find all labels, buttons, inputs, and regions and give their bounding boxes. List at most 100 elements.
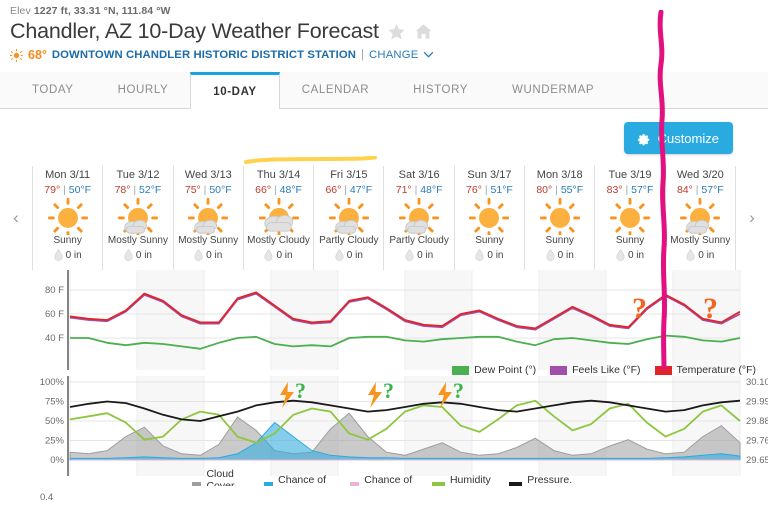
forecast-day-card[interactable]: Wed 3/20 84° | 57°F Mostly Sunny 0 in <box>666 166 736 270</box>
raindrop-icon <box>335 249 344 261</box>
elevation-prefix: Elev <box>10 5 31 17</box>
forecast-day-card[interactable]: Fri 3/15 66° | 47°F Partly Cloudy 0 in <box>314 166 385 270</box>
forecast-low: 50°F <box>209 184 232 196</box>
forecast-condition: Sunny <box>545 235 574 246</box>
y2-axis-tick-label: 29.65 <box>746 455 768 466</box>
customize-button[interactable]: Customize <box>623 122 733 154</box>
home-icon[interactable] <box>414 22 433 41</box>
forecast-day-card[interactable]: Mon 3/18 80° | 55°F Sunny 0 in <box>525 166 596 270</box>
forecast-day-name: Fri 3/15 <box>330 169 368 181</box>
legend-label: Temperature (°F) <box>676 364 756 376</box>
forecast-high: 84° <box>676 184 693 196</box>
tab-today[interactable]: TODAY <box>10 72 96 108</box>
tab-history[interactable]: HISTORY <box>391 72 490 108</box>
y-axis-tick-label: 60 F <box>45 309 64 320</box>
forecast-day-name: Wed 3/20 <box>676 169 724 181</box>
prev-days-button[interactable]: ‹ <box>0 166 32 270</box>
legend-item[interactable]: Dew Point (°) <box>452 364 536 376</box>
forecast-condition: Mostly Sunny <box>107 235 168 246</box>
raindrop-icon <box>124 249 133 261</box>
weather-icon-mostly-sunny <box>185 197 231 238</box>
forecast-day-temps: 83° | 57°F <box>606 184 654 196</box>
forecast-high: 83° <box>606 184 623 196</box>
forecast-low: 48°F <box>279 184 302 196</box>
forecast-day-name: Tue 3/12 <box>116 169 160 181</box>
y2-axis-tick-label: 29.76 <box>746 436 768 447</box>
y-axis-tick-label: 80 F <box>45 285 64 296</box>
forecast-condition: Partly Cloudy <box>389 235 449 246</box>
star-icon[interactable] <box>387 22 406 41</box>
forecast-day-name: Tue 3/19 <box>608 169 652 181</box>
weather-icon-sunny <box>466 197 512 238</box>
forecast-day-temps: 79° | 50°F <box>44 184 92 196</box>
forecast-high: 66° <box>325 184 342 196</box>
forecast-day-card[interactable]: Tue 3/12 78° | 52°F Mostly Sunny 0 in <box>103 166 174 270</box>
gear-icon <box>637 134 649 146</box>
forecast-day-card[interactable]: Sat 3/16 71° | 48°F Partly Cloudy 0 in <box>384 166 455 270</box>
forecast-day-card[interactable]: Thu 3/14 66° | 48°F Mostly Cloudy 0 in <box>244 166 315 270</box>
page-title: Chandler, AZ 10-Day Weather Forecast <box>10 19 379 43</box>
forecast-day-temps: 75° | 50°F <box>184 184 232 196</box>
forecast-day-temps: 78° | 52°F <box>114 184 162 196</box>
conditions-chart[interactable]: 100% 30.10 75% 29.99 50% 29.88 25% 29.76 0% 29.65 <box>0 376 768 476</box>
forecast-precip: 0 in <box>53 249 82 261</box>
next-days-button[interactable]: › <box>736 166 768 270</box>
forecast-precip: 0 in <box>264 249 293 261</box>
forecast-low: 57°F <box>701 184 724 196</box>
current-temperature: 68° <box>28 48 47 62</box>
forecast-day-card[interactable]: Sun 3/17 76° | 51°F Sunny 0 in <box>455 166 526 270</box>
sun-icon <box>10 48 23 62</box>
forecast-high: 76° <box>466 184 482 196</box>
title-row: Chandler, AZ 10-Day Weather Forecast <box>0 17 768 44</box>
forecast-condition: Sunny <box>615 235 645 246</box>
chevron-down-icon <box>423 51 433 58</box>
weather-icon-partly-cloudy <box>326 197 372 238</box>
forecast-precip: 0 in <box>194 249 222 261</box>
tab-bar: TODAY HOURLY 10-DAY CALENDAR HISTORY WUN… <box>0 72 768 109</box>
tab-wundermap[interactable]: WUNDERMAP <box>490 72 616 108</box>
forecast-day-name: Sun 3/17 <box>467 169 512 181</box>
elevation-info: Elev 1227 ft, 33.31 °N, 111.84 °W <box>0 0 768 17</box>
yellow-highlight-annotation <box>244 156 377 164</box>
forecast-day-temps: 80° | 55°F <box>536 184 584 196</box>
forecast-condition: Mostly Sunny <box>670 235 731 246</box>
y-axis-tick-label: 75% <box>45 397 65 408</box>
station-row: 68° DOWNTOWN CHANDLER HISTORIC DISTRICT … <box>0 44 768 62</box>
forecast-precip: 0 in <box>405 249 433 261</box>
y-axis-tick-label: 50% <box>45 416 65 427</box>
raindrop-icon <box>194 249 203 261</box>
forecast-day-name: Mon 3/11 <box>45 169 91 181</box>
elevation-value: 1227 ft, 33.31 °N, 111.84 °W <box>33 5 171 17</box>
y2-axis-tick-label: 29.99 <box>746 397 768 408</box>
bottom-axis-label: 0.4 <box>40 492 54 503</box>
forecast-condition: Mostly Sunny <box>178 235 239 246</box>
weather-icon-mostly-sunny <box>677 197 723 238</box>
forecast-high: 75° <box>184 184 201 196</box>
raindrop-icon <box>264 249 274 261</box>
change-station-link[interactable]: CHANGE <box>369 49 434 61</box>
raindrop-icon <box>686 249 695 261</box>
station-name[interactable]: DOWNTOWN CHANDLER HISTORIC DISTRICT STAT… <box>52 49 356 61</box>
forecast-day-temps: 76° | 51°F <box>466 184 513 196</box>
forecast-high: 66° <box>255 184 272 196</box>
forecast-day-card[interactable]: Tue 3/19 83° | 57°F Sunny 0 in <box>595 166 666 270</box>
raindrop-icon <box>475 249 484 261</box>
tab-10-day[interactable]: 10-DAY <box>190 72 280 109</box>
legend-label: Feels Like (°F) <box>572 364 641 376</box>
weather-icon-mostly-cloudy <box>256 197 302 238</box>
tab-hourly[interactable]: HOURLY <box>96 72 191 108</box>
forecast-condition: Sunny <box>475 235 504 246</box>
y-axis-tick-label: 25% <box>45 436 65 447</box>
legend-swatch <box>452 365 470 375</box>
legend-item[interactable]: Feels Like (°F) <box>550 364 641 376</box>
tab-calendar[interactable]: CALENDAR <box>280 72 391 108</box>
forecast-precip: 0 in <box>546 249 574 261</box>
temperature-chart[interactable]: 80 F 60 F 40 F <box>0 270 768 370</box>
legend-item[interactable]: Temperature (°F) <box>654 364 756 376</box>
forecast-day-card[interactable]: Mon 3/11 79° | 50°F Sunny 0 in <box>33 166 104 270</box>
forecast-precip: 0 in <box>335 249 363 261</box>
forecast-day-temps: 71° | 48°F <box>395 184 443 196</box>
forecast-precip: 0 in <box>616 249 644 261</box>
forecast-day-card[interactable]: Wed 3/13 75° | 50°F Mostly Sunny 0 in <box>174 166 244 270</box>
y2-axis-tick-label: 30.10 <box>746 377 768 388</box>
